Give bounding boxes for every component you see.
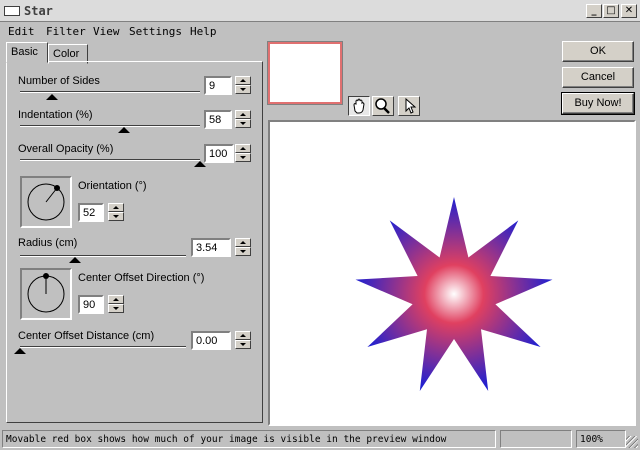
status-empty	[500, 430, 572, 448]
menu-bar: Edit Filter View Settings Help	[0, 23, 640, 41]
status-message: Movable red box shows how much of your i…	[2, 430, 496, 448]
spin-down-icon[interactable]	[235, 119, 251, 128]
spin-up-icon[interactable]	[108, 295, 124, 304]
window-title: Star	[24, 4, 53, 18]
spin-down-icon[interactable]	[235, 340, 251, 349]
opacity-spinner[interactable]	[235, 144, 251, 163]
offset-direction-dial-icon	[27, 273, 65, 313]
star-shape	[355, 197, 553, 391]
menu-edit[interactable]: Edit	[8, 25, 35, 38]
close-button[interactable]: ✕	[621, 4, 637, 18]
offset-direction-dial[interactable]	[20, 268, 72, 320]
opacity-slider[interactable]	[20, 159, 200, 161]
offset-distance-input[interactable]: 0.00	[191, 331, 231, 350]
spin-up-icon[interactable]	[235, 238, 251, 247]
offset-direction-input[interactable]: 90	[78, 295, 104, 314]
radius-slider[interactable]	[20, 255, 186, 257]
sides-slider[interactable]	[20, 91, 200, 93]
buy-now-button[interactable]: Buy Now!	[561, 92, 635, 115]
offset-direction-label: Center Offset Direction (°)	[78, 272, 205, 284]
indentation-input[interactable]: 58	[204, 110, 232, 129]
radius-label: Radius (cm)	[18, 237, 78, 249]
zoom-icon	[375, 98, 390, 114]
spin-down-icon[interactable]	[108, 304, 124, 313]
menu-settings[interactable]: Settings	[129, 25, 182, 38]
opacity-label: Overall Opacity (%)	[18, 143, 114, 155]
spin-down-icon[interactable]	[235, 85, 251, 94]
spin-up-icon[interactable]	[235, 76, 251, 85]
indentation-spinner[interactable]	[235, 110, 251, 129]
sides-input[interactable]: 9	[204, 76, 232, 95]
indentation-slider-thumb[interactable]	[118, 127, 131, 133]
cancel-button[interactable]: Cancel	[562, 67, 634, 88]
status-zoom: 100%	[576, 430, 626, 448]
title-bar[interactable]: Star _ □ ✕	[0, 0, 640, 22]
star-preview-image	[355, 197, 553, 391]
arrow-icon	[405, 97, 417, 114]
preview-canvas[interactable]	[268, 120, 636, 426]
sides-slider-thumb[interactable]	[46, 94, 59, 100]
radius-slider-thumb[interactable]	[68, 257, 81, 263]
radius-input[interactable]: 3.54	[191, 238, 231, 257]
offset-distance-label: Center Offset Distance (cm)	[18, 330, 155, 342]
resize-grip-icon[interactable]	[626, 436, 638, 448]
arrow-tool-button[interactable]	[398, 96, 420, 116]
ok-button[interactable]: OK	[562, 41, 634, 62]
menu-view[interactable]: View	[93, 25, 120, 38]
sides-spinner[interactable]	[235, 76, 251, 95]
spin-up-icon[interactable]	[235, 110, 251, 119]
app-icon	[4, 6, 20, 16]
opacity-input[interactable]: 100	[204, 144, 234, 163]
sides-label: Number of Sides	[18, 75, 100, 87]
maximize-button[interactable]: □	[603, 4, 619, 18]
offset-distance-slider[interactable]	[20, 346, 186, 348]
hand-tool-button[interactable]	[348, 96, 370, 116]
indentation-label: Indentation (%)	[18, 109, 93, 121]
minimize-button[interactable]: _	[586, 4, 602, 18]
spin-down-icon[interactable]	[235, 153, 251, 162]
orientation-dial-icon	[27, 183, 65, 221]
offset-distance-slider-thumb[interactable]	[14, 348, 26, 354]
orientation-spinner[interactable]	[108, 203, 124, 222]
offset-direction-spinner[interactable]	[108, 295, 124, 314]
menu-help[interactable]: Help	[190, 25, 217, 38]
menu-filter[interactable]: Filter	[46, 25, 86, 38]
orientation-label: Orientation (°)	[78, 180, 147, 192]
spin-up-icon[interactable]	[235, 331, 251, 340]
zoom-tool-button[interactable]	[372, 96, 394, 116]
radius-spinner[interactable]	[235, 238, 251, 257]
indentation-slider[interactable]	[20, 125, 200, 127]
offset-distance-spinner[interactable]	[235, 331, 251, 350]
orientation-dial[interactable]	[20, 176, 72, 228]
spin-down-icon[interactable]	[108, 212, 124, 221]
spin-up-icon[interactable]	[108, 203, 124, 212]
status-bar: Movable red box shows how much of your i…	[0, 428, 640, 450]
spin-down-icon[interactable]	[235, 247, 251, 256]
orientation-input[interactable]: 52	[78, 203, 104, 222]
tab-basic[interactable]: Basic	[6, 42, 48, 63]
hand-icon	[353, 98, 365, 114]
preview-navigator[interactable]	[268, 42, 342, 104]
spin-up-icon[interactable]	[235, 144, 251, 153]
